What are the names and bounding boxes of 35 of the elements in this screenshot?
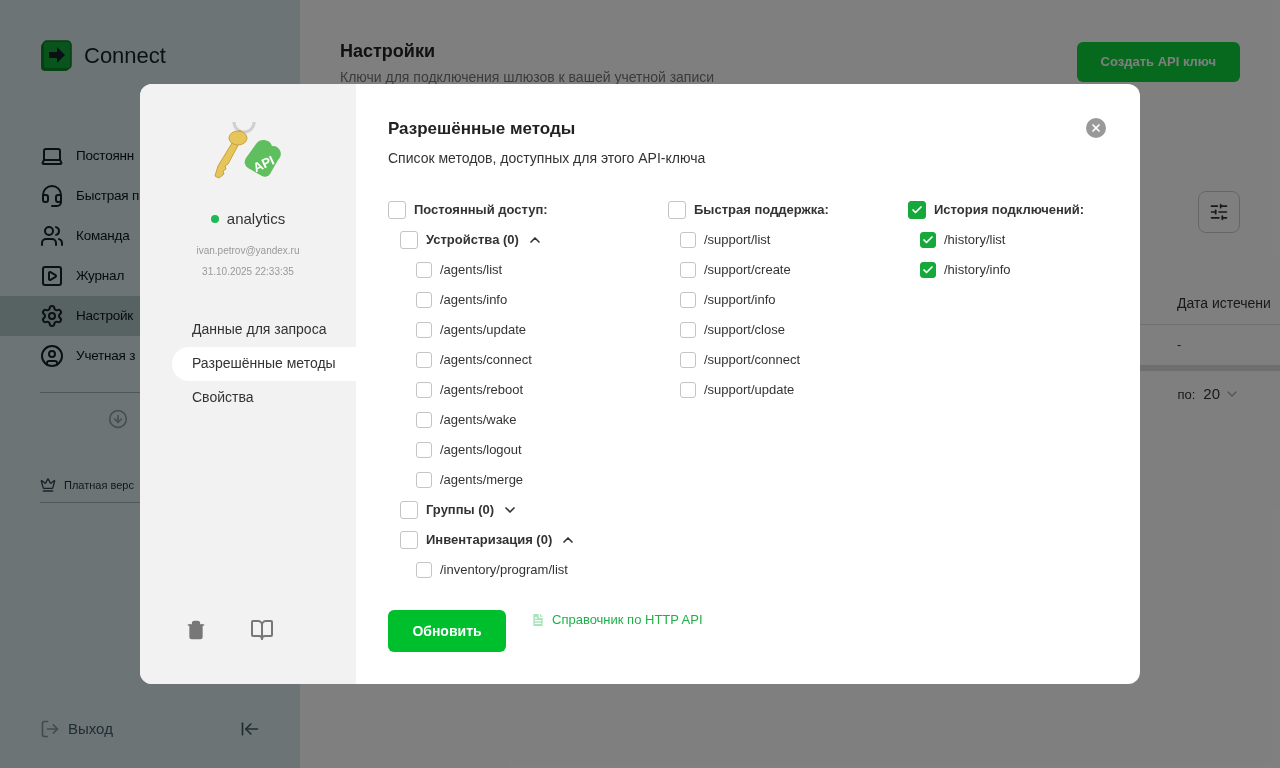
group-label: Быстрая поддержка: (694, 200, 829, 219)
method-label: /support/create (704, 260, 791, 279)
method-label: /support/update (704, 380, 795, 399)
group-label: История подключений: (934, 200, 1085, 219)
method-label: /support/list (704, 230, 771, 249)
method-label: /agents/connect (440, 350, 532, 369)
method-label: /agents/info (440, 290, 508, 309)
method-label: /support/info (704, 290, 776, 309)
subgroup-label: Инвентаризация (0) (426, 530, 553, 549)
method-label: /history/list (944, 230, 1006, 249)
per-page-label: по: (1177, 385, 1196, 404)
method-label: /agents/list (440, 260, 503, 279)
method-label: /history/info (944, 260, 1011, 279)
logo-text: Connect (84, 42, 166, 70)
subgroup-label: Устройства (0) (426, 230, 519, 249)
modal-title: Разрешённые методы (388, 118, 576, 140)
method-label: /agents/reboot (440, 380, 524, 399)
column-header: Дата истечени (1177, 294, 1272, 313)
method-label: /agents/merge (440, 470, 524, 489)
method-label: /support/connect (704, 350, 801, 369)
method-label: /agents/logout (440, 440, 522, 459)
key-name: analytics (226, 209, 286, 229)
method-label: /agents/wake (440, 410, 517, 429)
group-label: Постоянный доступ: (414, 200, 548, 219)
method-label: /support/close (704, 320, 785, 339)
method-label: /agents/update (440, 320, 527, 339)
table-cell-text: - (1177, 336, 1183, 355)
method-label: /inventory/program/list (440, 560, 568, 579)
created-date: 31.10.2025 22:33:35 (201, 264, 295, 279)
page-subtitle: Ключи для подключения шлюзов к вашей учетной записи (340, 68, 715, 87)
modal-subtitle: Список методов, доступных для этого API-ключа (388, 148, 706, 168)
page-title: Настройки (340, 40, 436, 63)
owner-email: ivan.petrov@yandex.ru (195, 243, 301, 258)
subgroup-label: Группы (0) (426, 500, 495, 519)
tag-label: API (250, 152, 277, 176)
